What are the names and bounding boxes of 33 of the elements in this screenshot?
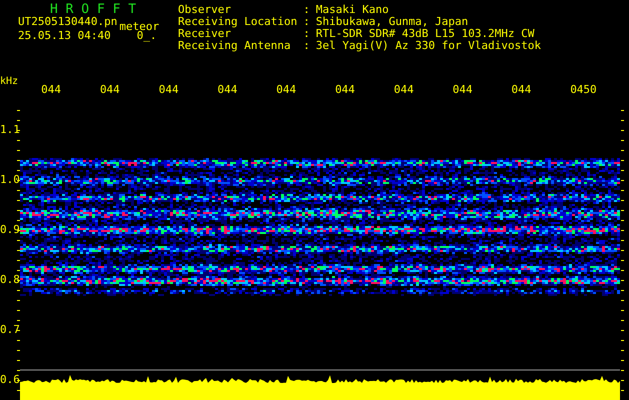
y-axis-label: 1.0 [0, 174, 20, 188]
x-axis-label: 044 [335, 84, 356, 96]
info-separator: : [303, 28, 310, 40]
x-axis-label: 044 [41, 84, 62, 96]
x-axis-label: 0450 [570, 84, 598, 96]
axis-unit: kHz [0, 76, 20, 89]
y-axis-label: 0.8 [0, 274, 20, 288]
info-separator: : [303, 4, 310, 16]
info-label: Receiving Antenna [178, 40, 292, 52]
info-label: Receiving Location [178, 16, 298, 28]
x-axis-label: 044 [452, 84, 474, 96]
y-axis-label: 0.6 [0, 374, 20, 386]
timestamp: 25.05.13 04:40 [18, 30, 111, 42]
info-separator: : [303, 40, 310, 52]
info-label: Observer [178, 4, 232, 16]
info-separator: : [303, 16, 310, 28]
app-title: H R O F F T [50, 4, 138, 16]
x-axis-label: 044 [218, 84, 238, 96]
info-value: 3el Yagi(V) Az 330 for Vladivostok [316, 40, 542, 52]
info-value: Shibukawa, Gunma, Japan [316, 16, 470, 28]
info-label: Receiver [178, 28, 231, 40]
y-axis-label: 1.1 [0, 124, 20, 138]
x-axis-label: 044 [100, 84, 121, 96]
y-axis-label: 0.9 [0, 224, 20, 238]
code-label: 0_. [136, 30, 157, 42]
file-name: UT2505130440.pn [18, 16, 118, 28]
info-value: Masaki Kano [316, 4, 390, 16]
x-axis-label: 044 [394, 84, 415, 96]
info-value: RTL-SDR SDR# 43dB L15 103.2MHz CW [316, 28, 536, 40]
x-axis-label: 044 [276, 84, 298, 96]
x-axis-label: 044 [511, 84, 532, 96]
x-axis-label: 044 [158, 84, 180, 96]
y-axis-label: 0.7 [0, 324, 20, 338]
